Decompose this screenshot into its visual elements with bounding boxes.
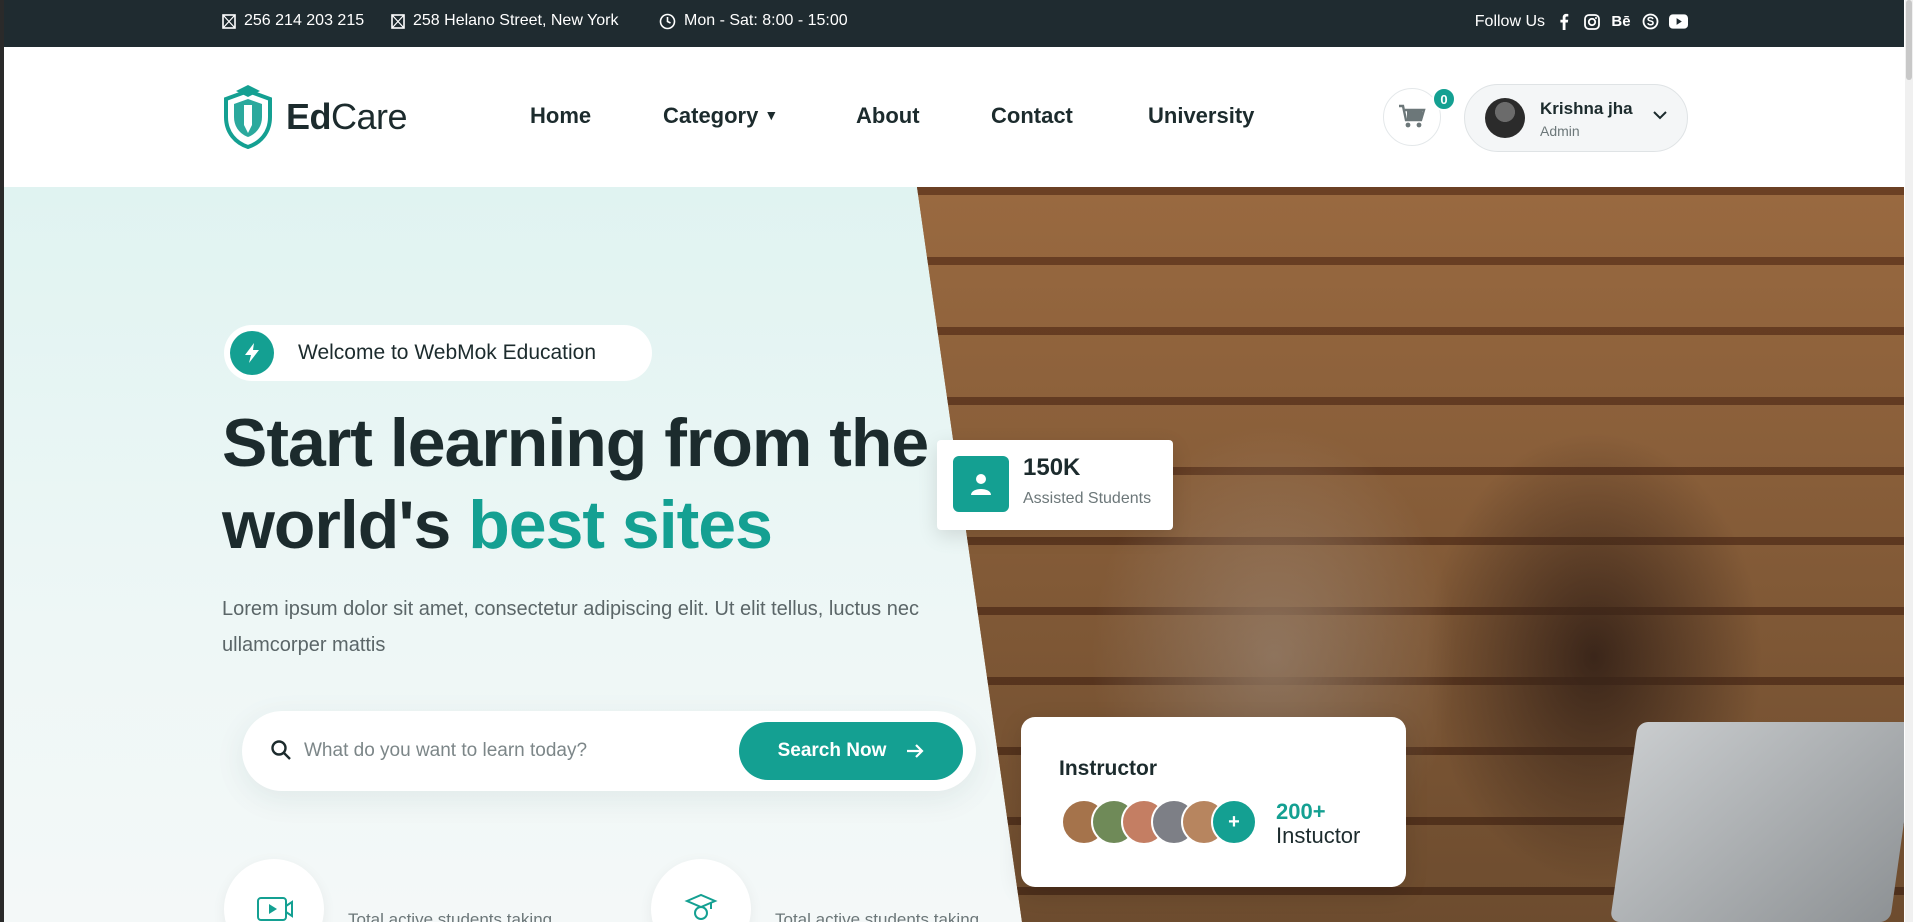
nav-contact[interactable]: Contact xyxy=(991,103,1073,129)
search-bar: Search Now xyxy=(242,711,976,791)
hero-title-line1: Start learning from the xyxy=(222,405,929,481)
feature-text: Total active students taking xyxy=(775,910,980,922)
location-icon xyxy=(391,13,405,29)
skype-icon[interactable] xyxy=(1641,12,1660,31)
chevron-down-icon xyxy=(1653,111,1667,120)
feature-icon-circle xyxy=(224,859,324,922)
follow-label: Follow Us xyxy=(1474,12,1545,30)
address-text: 258 Helano Street, New York xyxy=(413,12,619,29)
hours-text: Mon - Sat: 8:00 - 15:00 xyxy=(684,12,848,29)
nav-home[interactable]: Home xyxy=(530,103,591,129)
phone-info[interactable]: 256 214 203 215 xyxy=(222,12,364,30)
logo-text: EdCare xyxy=(286,96,408,137)
students-stat-card: 150K Assisted Students xyxy=(937,440,1173,530)
welcome-badge: Welcome to WebMok Education xyxy=(224,325,652,381)
shield-pen-logo-icon xyxy=(224,85,272,149)
hero-title: Start learning from the world's best sit… xyxy=(222,402,982,566)
phone-number: 256 214 203 215 xyxy=(244,12,365,29)
user-menu[interactable]: Krishna jha Admin xyxy=(1464,84,1688,152)
user-name: Krishna jha xyxy=(1540,99,1633,118)
nav-category[interactable]: Category ▼ xyxy=(663,103,778,129)
search-icon xyxy=(271,740,291,760)
hero-title-accent: best sites xyxy=(468,487,773,563)
hero-section: Welcome to WebMok Education Start learni… xyxy=(4,187,1904,922)
instructor-title: Instructor xyxy=(1059,757,1158,780)
scrollbar-thumb[interactable] xyxy=(1906,0,1912,80)
search-button-label: Search Now xyxy=(777,740,887,761)
instructor-label: Instuctor xyxy=(1276,823,1361,848)
hours-info: Mon - Sat: 8:00 - 15:00 xyxy=(659,12,848,30)
feature-text: Total active students taking xyxy=(348,910,553,922)
nav-about[interactable]: About xyxy=(856,103,920,129)
site-header: EdCare Home Category ▼ About Contact Univ… xyxy=(4,47,1904,187)
more-instructors-button[interactable]: + xyxy=(1211,799,1257,845)
search-input[interactable] xyxy=(304,731,724,771)
stat-label: Assisted Students xyxy=(1023,490,1152,507)
avatar xyxy=(1485,98,1525,138)
video-lesson-icon xyxy=(257,897,293,921)
user-icon xyxy=(953,456,1009,512)
welcome-text: Welcome to WebMok Education xyxy=(298,341,597,364)
cart-count-badge: 0 xyxy=(1432,87,1456,111)
cart-icon xyxy=(1399,104,1426,128)
facebook-icon[interactable] xyxy=(1554,12,1573,31)
top-info-bar: 256 214 203 215 258 Helano Street, New Y… xyxy=(4,0,1904,47)
site-logo[interactable]: EdCare xyxy=(222,85,408,149)
page-scrollbar[interactable] xyxy=(1905,0,1913,922)
hero-title-line2: world's best sites xyxy=(222,487,773,563)
phone-icon xyxy=(222,13,236,29)
instructor-avatars: + xyxy=(1061,799,1261,847)
feature-icon-circle xyxy=(651,859,751,922)
clock-icon xyxy=(659,13,676,29)
behance-icon[interactable]: Bē xyxy=(1610,12,1632,31)
instructor-count: 200+ xyxy=(1276,799,1326,824)
follow-us: Follow Us Bē xyxy=(1475,12,1688,31)
arrow-right-icon xyxy=(907,744,924,758)
instagram-icon[interactable] xyxy=(1582,12,1601,31)
caret-down-icon: ▼ xyxy=(764,107,779,123)
lightning-icon xyxy=(230,331,274,375)
graduate-icon xyxy=(684,893,718,920)
search-now-button[interactable]: Search Now xyxy=(739,722,963,780)
youtube-icon[interactable] xyxy=(1669,12,1688,31)
laptop-image xyxy=(1609,722,1904,922)
instructor-card: Instructor + 200+ Instuctor xyxy=(1021,717,1406,887)
user-role: Admin xyxy=(1540,123,1580,139)
nav-university[interactable]: University xyxy=(1148,103,1254,129)
stat-value: 150K xyxy=(1023,454,1081,481)
address-info[interactable]: 258 Helano Street, New York xyxy=(391,12,618,30)
hero-description: Lorem ipsum dolor sit amet, consectetur … xyxy=(222,598,919,656)
